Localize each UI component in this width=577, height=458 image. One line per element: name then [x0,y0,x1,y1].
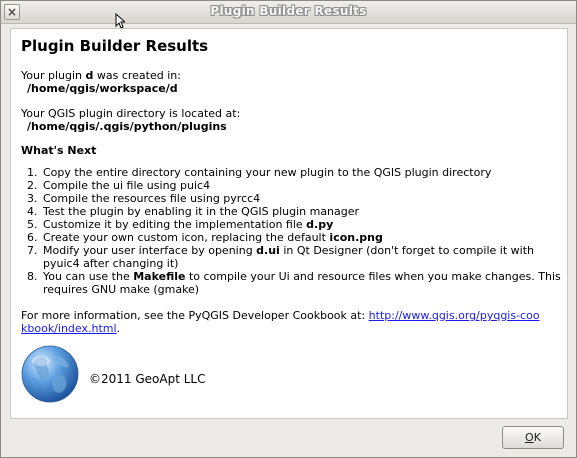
next-steps-list: Copy the entire directory containing you… [25,166,561,296]
more-info-text: For more information, see the PyQGIS Dev… [21,309,540,335]
window-title: Plugin Builder Results [210,4,367,18]
copyright-text: ©2011 GeoApt LLC [89,372,206,386]
whats-next-heading: What's Next [21,144,97,157]
list-item: Modify your user interface by opening d.… [41,244,561,270]
mouse-pointer-icon [115,13,125,29]
list-item: Test the plugin by enabling it in the QG… [41,205,561,218]
list-item: Customize it by editing the implementati… [41,218,561,231]
plugin-dir-path: /home/qgis/.qgis/python/plugins [27,120,227,133]
title-bar[interactable]: × Plugin Builder Results [1,1,576,29]
globe-icon [21,345,79,403]
results-content: Plugin Builder Results Your plugin d was… [10,28,568,419]
ok-button[interactable]: OK [502,426,564,449]
list-item: Copy the entire directory containing you… [41,166,561,179]
plugin-dir-label: Your QGIS plugin directory is located at… [21,107,241,120]
list-item: Compile the resources file using pyrcc4 [41,192,561,205]
created-in-text: Your plugin d was created in: [21,69,181,82]
created-path: /home/qgis/workspace/d [27,82,178,95]
list-item: You can use the Makefile to compile your… [41,270,561,296]
list-item: Create your own custom icon, replacing t… [41,231,561,244]
plugin-builder-results-window: × Plugin Builder Results Plugin Builder … [0,0,577,458]
page-title: Plugin Builder Results [21,37,209,55]
list-item: Compile the ui file using puic4 [41,179,561,192]
